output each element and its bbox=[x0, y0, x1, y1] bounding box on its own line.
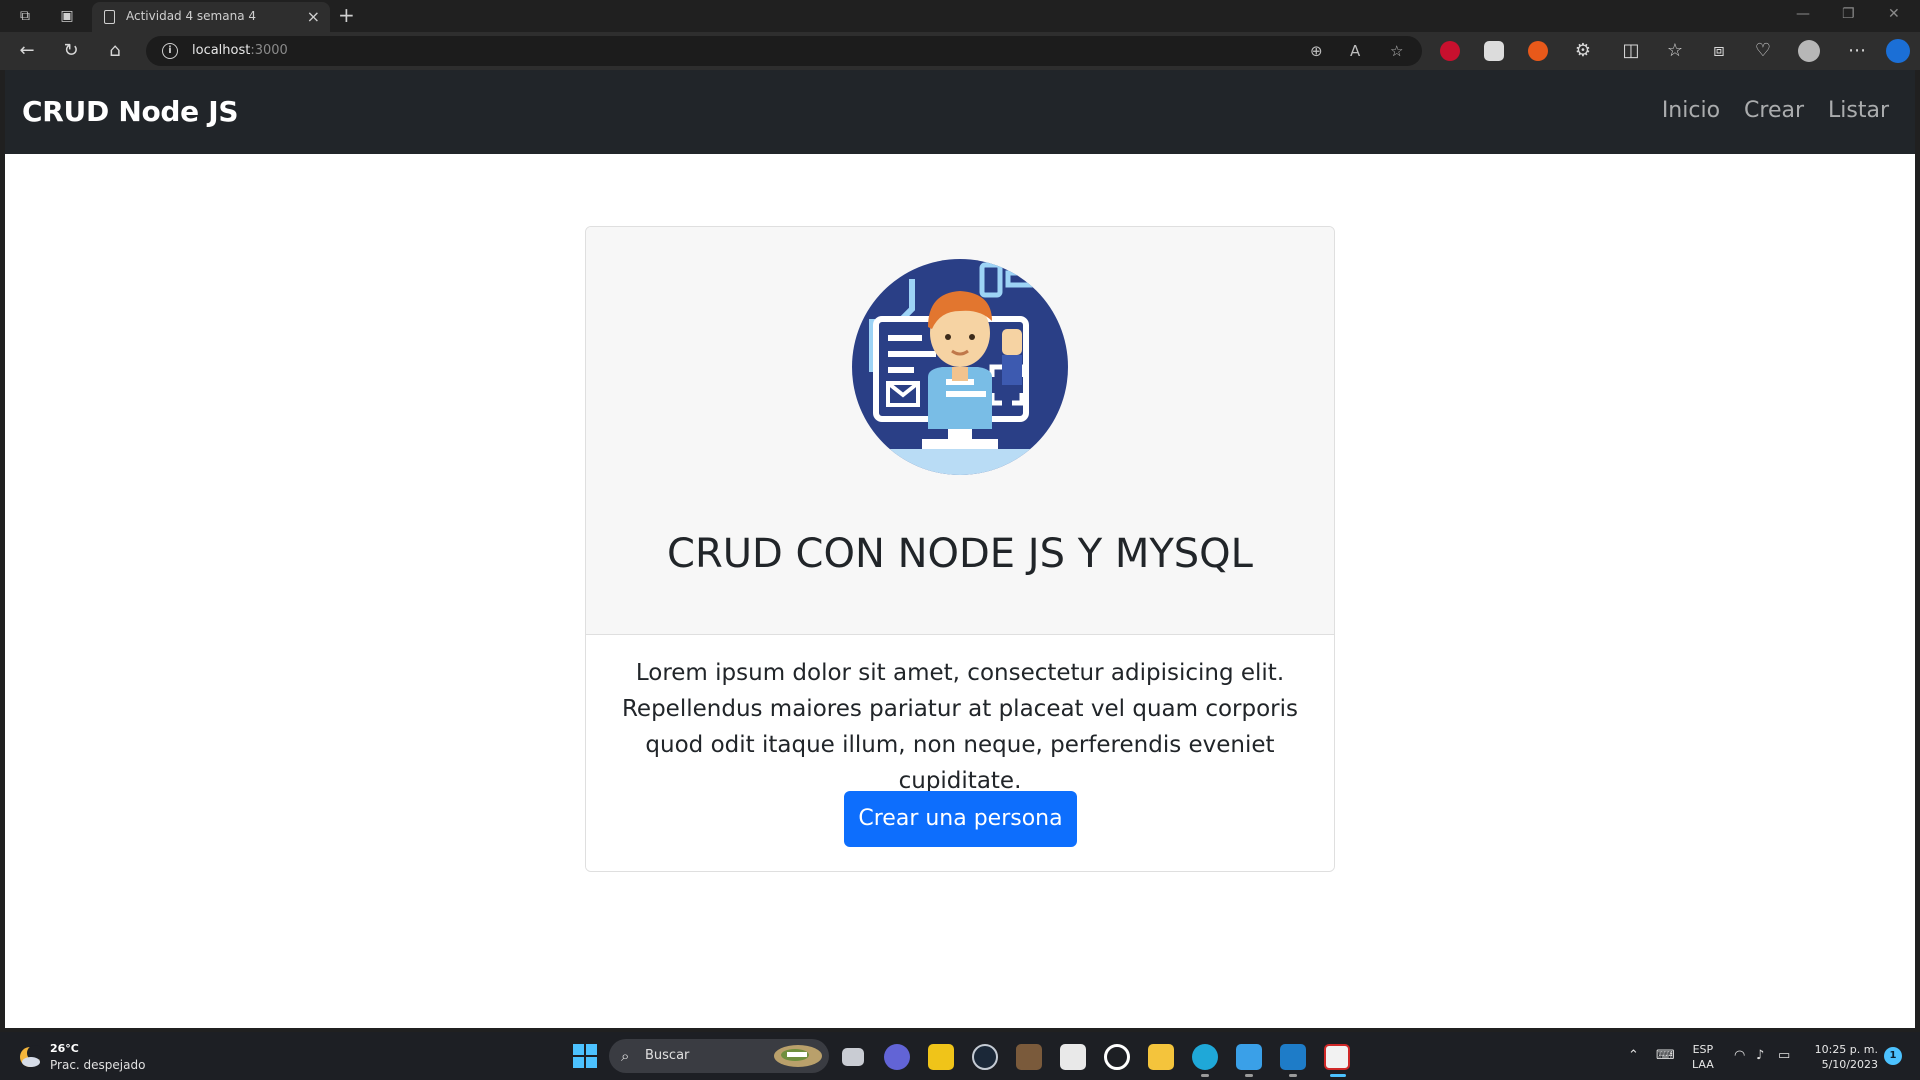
split-screen-icon[interactable]: ◫ bbox=[1620, 40, 1642, 62]
refresh-icon[interactable]: ↻ bbox=[60, 40, 82, 62]
taskbar-search[interactable]: ⌕ Buscar bbox=[609, 1039, 829, 1073]
active-app-icon[interactable] bbox=[1324, 1044, 1350, 1070]
close-window-icon[interactable]: ✕ bbox=[1888, 6, 1900, 22]
windows-start-icon[interactable] bbox=[573, 1044, 597, 1068]
info-icon[interactable]: i bbox=[162, 43, 178, 59]
back-icon[interactable]: ← bbox=[16, 40, 38, 62]
minimize-icon[interactable]: — bbox=[1796, 6, 1810, 22]
address-bar[interactable]: i localhost:3000 ⊕ A ☆ bbox=[146, 36, 1422, 66]
battery-icon[interactable]: ▭ bbox=[1778, 1048, 1790, 1063]
hero-card: CRUD CON NODE JS Y MYSQL Lorem ipsum dol… bbox=[585, 226, 1335, 872]
windows-taskbar: 26°C Prac. despejado ⌕ Buscar ⌃ ⌨ ESP LA… bbox=[0, 1032, 1920, 1080]
browser-toolbar: ← ↻ ⌂ i localhost:3000 ⊕ A ☆ ⚙ ◫ ☆ ⧈ ♡ ⋯ bbox=[0, 32, 1920, 70]
active-app-indicator bbox=[1330, 1074, 1346, 1077]
browser-tab[interactable]: Actividad 4 semana 4 × bbox=[92, 2, 330, 32]
card-title: CRUD CON NODE JS Y MYSQL bbox=[667, 531, 1253, 577]
weather-temperature: 26°C bbox=[50, 1042, 79, 1055]
url-text: localhost:3000 bbox=[192, 43, 288, 58]
bing-icon[interactable] bbox=[1886, 39, 1910, 63]
search-icon: ⌕ bbox=[621, 1047, 630, 1065]
page-icon bbox=[104, 10, 115, 24]
browser-tab-bar: ⧉ ▣ Actividad 4 semana 4 × + — ❐ ✕ bbox=[0, 0, 1920, 32]
profile-icon[interactable] bbox=[1798, 40, 1820, 62]
navbar: CRUD Node JS Inicio Crear Listar bbox=[5, 70, 1915, 154]
favorites-icon[interactable]: ☆ bbox=[1664, 40, 1686, 62]
unity-icon[interactable] bbox=[1104, 1044, 1130, 1070]
collections-icon[interactable]: ⧈ bbox=[1708, 40, 1730, 62]
clock-date: 5/10/2023 bbox=[1821, 1058, 1878, 1071]
card-header: CRUD CON NODE JS Y MYSQL bbox=[586, 227, 1334, 635]
home-icon[interactable]: ⌂ bbox=[104, 40, 126, 62]
search-highlight-icon bbox=[774, 1045, 822, 1067]
vscode-running-indicator bbox=[1289, 1074, 1297, 1077]
extensions-icon[interactable]: ⚙ bbox=[1572, 40, 1594, 62]
steam-icon[interactable] bbox=[972, 1044, 998, 1070]
weather-description: Prac. despejado bbox=[50, 1058, 146, 1072]
edge-icon[interactable] bbox=[1192, 1044, 1218, 1070]
tab-title: Actividad 4 semana 4 bbox=[126, 9, 257, 23]
notepad-icon[interactable] bbox=[1236, 1044, 1262, 1070]
language-code: ESP bbox=[1692, 1043, 1714, 1056]
card-description: Lorem ipsum dolor sit amet, consectetur … bbox=[621, 660, 1299, 794]
read-aloud-icon[interactable]: A bbox=[1350, 42, 1360, 60]
search-label: Buscar bbox=[645, 1048, 690, 1063]
clock-time: 10:25 p. m. bbox=[1814, 1043, 1878, 1056]
nav-link-crear[interactable]: Crear bbox=[1744, 98, 1804, 123]
app-yellow-icon[interactable] bbox=[928, 1044, 954, 1070]
game-app-icon[interactable] bbox=[1016, 1044, 1042, 1070]
restore-icon[interactable]: ❐ bbox=[1842, 6, 1855, 22]
more-icon[interactable]: ⋯ bbox=[1846, 40, 1868, 62]
developer-avatar-image bbox=[852, 259, 1068, 475]
new-tab-icon[interactable]: + bbox=[338, 3, 355, 27]
keyboard-icon[interactable]: ⌨ bbox=[1656, 1048, 1675, 1063]
extension-orange-icon[interactable] bbox=[1528, 41, 1548, 61]
teams-chat-icon[interactable] bbox=[884, 1044, 910, 1070]
notepad-running-indicator bbox=[1245, 1074, 1253, 1077]
vscode-icon[interactable] bbox=[1280, 1044, 1306, 1070]
nav-link-inicio[interactable]: Inicio bbox=[1662, 98, 1720, 123]
web-page: CRUD Node JS Inicio Crear Listar CRUD CO… bbox=[5, 70, 1915, 1028]
navbar-brand[interactable]: CRUD Node JS bbox=[22, 95, 239, 128]
file-explorer-icon[interactable] bbox=[1148, 1044, 1174, 1070]
favorite-icon[interactable]: ☆ bbox=[1390, 42, 1403, 60]
card-body: Lorem ipsum dolor sit amet, consectetur … bbox=[586, 635, 1334, 871]
health-icon[interactable]: ♡ bbox=[1752, 40, 1774, 62]
zoom-icon[interactable]: ⊕ bbox=[1310, 42, 1323, 60]
volume-icon[interactable]: ♪ bbox=[1756, 1048, 1764, 1063]
extension-red-icon[interactable] bbox=[1440, 41, 1460, 61]
nav-links: Inicio Crear Listar bbox=[1662, 98, 1889, 123]
extension-gray-icon[interactable] bbox=[1484, 41, 1504, 61]
create-person-button[interactable]: Crear una persona bbox=[844, 791, 1077, 847]
task-view-icon[interactable] bbox=[842, 1048, 864, 1066]
keyboard-layout: LAA bbox=[1692, 1058, 1714, 1071]
chevron-up-icon[interactable]: ⌃ bbox=[1628, 1048, 1639, 1063]
wifi-icon[interactable]: ◠ bbox=[1734, 1048, 1745, 1063]
weather-moon-icon[interactable] bbox=[18, 1045, 42, 1069]
nav-link-listar[interactable]: Listar bbox=[1828, 98, 1889, 123]
language-indicator[interactable]: ESP LAA bbox=[1692, 1042, 1714, 1072]
edge-running-indicator bbox=[1201, 1074, 1209, 1077]
workspaces-icon[interactable]: ⧉ bbox=[16, 7, 34, 25]
notification-badge[interactable]: 1 bbox=[1884, 1047, 1902, 1065]
tab-actions-icon[interactable]: ▣ bbox=[58, 7, 76, 25]
microsoft-store-icon[interactable] bbox=[1060, 1044, 1086, 1070]
clock[interactable]: 10:25 p. m. 5/10/2023 bbox=[1808, 1042, 1878, 1072]
close-tab-icon[interactable]: × bbox=[307, 7, 320, 26]
